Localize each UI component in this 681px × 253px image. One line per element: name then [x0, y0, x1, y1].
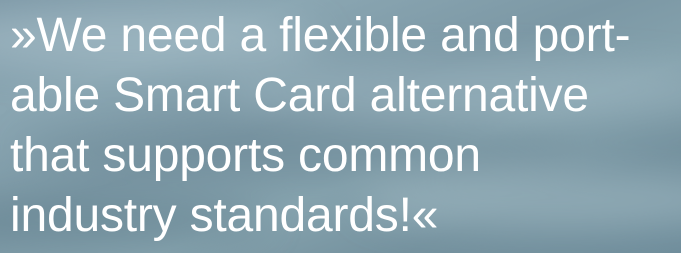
- quote-line: able Smart Card alternative: [10, 69, 589, 122]
- quote-banner: »We need a flexible and port- able Smart…: [0, 0, 681, 253]
- quote-line: industry standards!«: [10, 189, 439, 242]
- quote-text: »We need a flexible and port- able Smart…: [10, 6, 631, 246]
- quote-line: that supports common: [10, 129, 481, 182]
- quote-line: »We need a flexible and port-: [10, 9, 631, 62]
